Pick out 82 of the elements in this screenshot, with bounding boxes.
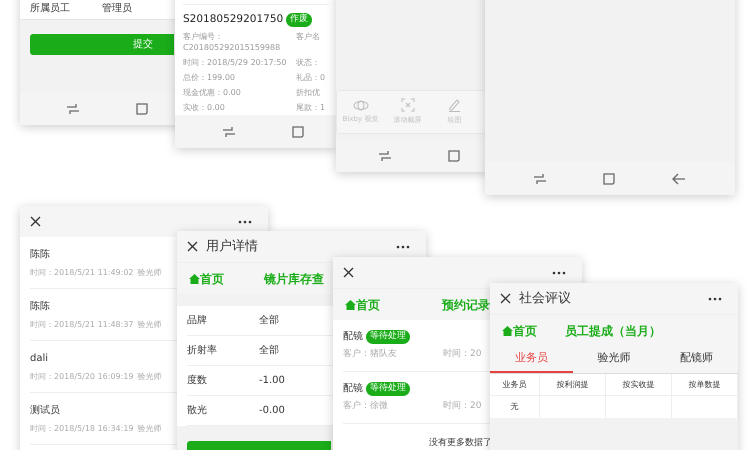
- end-of-list-text: 没有更多数据了: [428, 437, 493, 450]
- filter-label: 散光: [187, 404, 208, 418]
- order-field: 实收：0.00: [183, 102, 296, 113]
- order-field: 尾款：1: [296, 102, 326, 113]
- column-header: 按实收提: [606, 374, 672, 395]
- record-time: 时间：20: [443, 348, 482, 362]
- order-field: 礼品：0: [296, 72, 326, 83]
- column-header: 业务员: [490, 374, 540, 395]
- optometrist-label: 验光师: [138, 422, 162, 434]
- person-name: 测试员: [30, 404, 60, 418]
- visit-time: 时间：2018/5/20 16:09:19: [30, 370, 134, 382]
- house-icon: [345, 300, 356, 310]
- filter-label: 度数: [187, 374, 208, 388]
- order-field: 折扣优: [296, 86, 320, 98]
- submit-button[interactable]: 提交: [30, 34, 174, 55]
- eye-icon: [352, 100, 368, 111]
- visit-time: 时间：2018/5/21 11:48:37: [30, 318, 134, 330]
- recents-icon[interactable]: [66, 102, 80, 114]
- order-field: 客户编号：C201805292015159988: [183, 30, 296, 53]
- filter-value[interactable]: -0.00: [259, 403, 285, 418]
- customer-name: 客户：猪队友: [343, 348, 398, 362]
- more-icon[interactable]: [238, 220, 252, 224]
- status-badge: 等待处理: [366, 330, 410, 344]
- house-icon: [189, 274, 200, 284]
- order-field: 时间：2018/5/29 20:17:50: [183, 56, 296, 68]
- page-title: 社会评议: [519, 290, 571, 308]
- record-type: 配镜: [343, 382, 363, 396]
- home-button-icon[interactable]: [448, 150, 460, 162]
- optometrist-label: 验光师: [138, 318, 162, 330]
- status-badge: 作废: [286, 13, 312, 27]
- home-button-icon[interactable]: [136, 102, 148, 114]
- home-button-icon[interactable]: [603, 172, 615, 184]
- person-name: dali: [30, 352, 48, 366]
- optometrist-label: 验光师: [138, 266, 162, 278]
- filter-value[interactable]: 全部: [259, 343, 279, 358]
- person-name: 陈陈: [30, 300, 50, 314]
- visit-time: 时间：2018/5/21 11:49:02: [30, 266, 134, 278]
- close-icon[interactable]: [30, 216, 41, 227]
- record-type: 配镜: [343, 330, 363, 344]
- more-icon[interactable]: [708, 296, 722, 300]
- house-icon: [502, 326, 513, 336]
- page-title: 用户详情: [206, 238, 258, 256]
- close-icon[interactable]: [187, 241, 198, 252]
- tab[interactable]: 配镜师: [655, 346, 738, 373]
- order-field: 状态：: [296, 56, 320, 68]
- order-field: 总价：199.00: [183, 72, 296, 83]
- more-icon[interactable]: [396, 244, 410, 248]
- home-link[interactable]: 首页: [502, 322, 537, 340]
- filter-value[interactable]: 全部: [259, 313, 279, 328]
- record-time: 时间：20: [443, 400, 482, 414]
- order-number: S20180529201750: [183, 12, 284, 27]
- pencil-icon: [448, 98, 461, 112]
- home-link[interactable]: 首页: [345, 296, 380, 314]
- customer-name: 客户：徐微: [343, 400, 389, 414]
- optometrist-label: 验光师: [138, 370, 162, 382]
- table-cell: 无: [510, 401, 518, 413]
- visit-time: 时间：2018/5/18 16:34:19: [30, 422, 134, 434]
- close-icon[interactable]: [500, 293, 511, 304]
- close-icon[interactable]: [343, 267, 354, 278]
- column-header: 按利润提: [540, 374, 606, 395]
- filter-label: 折射率: [187, 344, 218, 358]
- filter-value[interactable]: -1.00: [259, 373, 285, 388]
- field-value: 管理员: [102, 2, 132, 16]
- recents-icon[interactable]: [533, 172, 547, 184]
- recents-icon[interactable]: [378, 150, 392, 162]
- scan-icon: [400, 98, 414, 112]
- page-heading: 镜片库存查: [264, 270, 324, 288]
- page-heading: 员工提成（当月）: [565, 322, 661, 340]
- status-badge: 等待处理: [366, 382, 410, 396]
- home-button-icon[interactable]: [292, 126, 304, 138]
- tab[interactable]: 验光师: [572, 346, 656, 373]
- recents-icon[interactable]: [222, 126, 236, 138]
- page-heading: 预约记录: [442, 296, 490, 314]
- filter-label: 品牌: [187, 314, 208, 328]
- column-header: 按单数提: [672, 374, 738, 395]
- field-label: 所属员工: [30, 2, 71, 16]
- order-field: 客户名: [296, 30, 320, 53]
- back-icon[interactable]: [672, 172, 686, 184]
- person-name: 陈陈: [30, 248, 50, 262]
- more-icon[interactable]: [552, 270, 566, 274]
- home-link[interactable]: 首页: [189, 270, 224, 288]
- order-field: 现金优惠：0.00: [183, 86, 296, 98]
